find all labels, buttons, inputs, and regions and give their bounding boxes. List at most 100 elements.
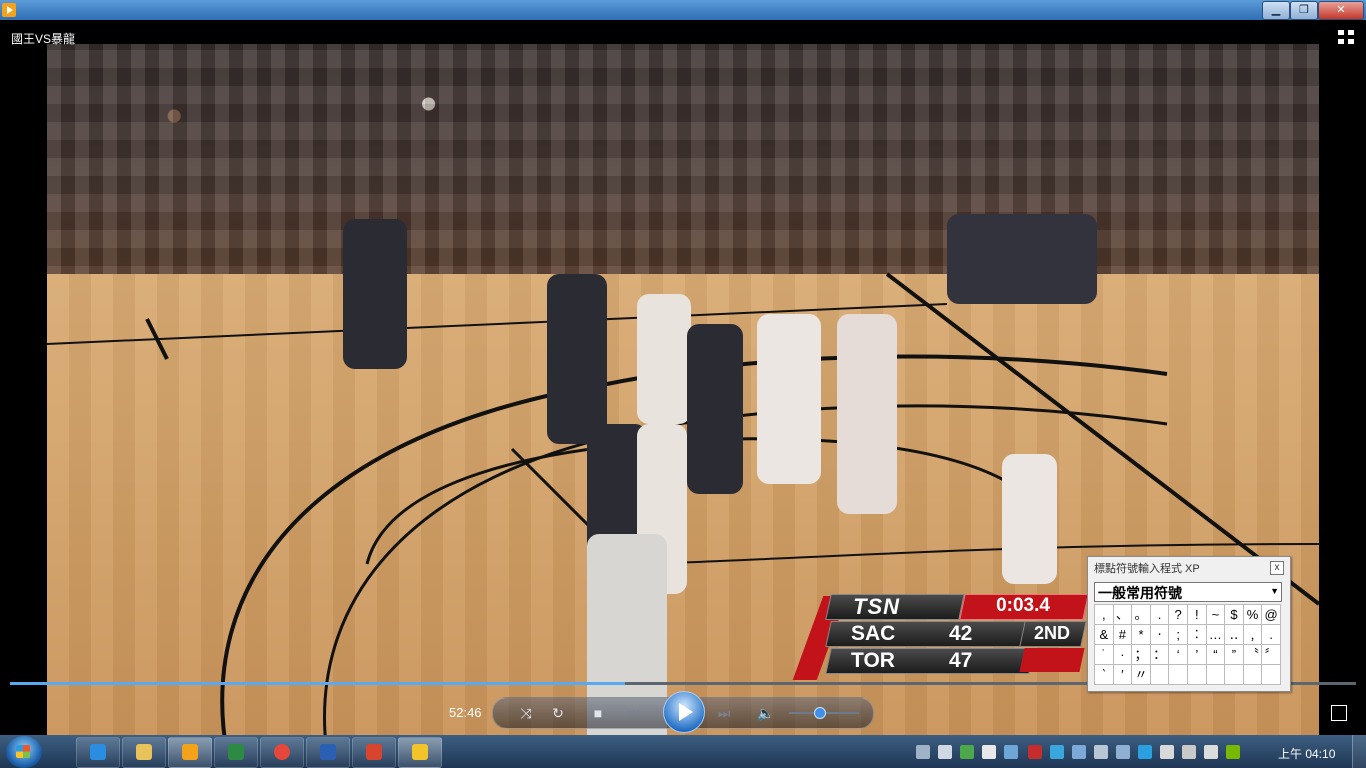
shuffle-icon[interactable]: ⤨ (517, 704, 535, 722)
previous-icon[interactable]: ⏮ (625, 704, 643, 722)
ime-category-dropdown[interactable]: 一般常用符號 ▼ (1094, 582, 1282, 602)
ime-empty-key (1262, 665, 1281, 685)
keyboard-icon[interactable] (916, 745, 930, 759)
ime-symbol-key[interactable]: ‥ (1225, 625, 1244, 645)
ime-symbol-key[interactable]: · (1113, 645, 1133, 665)
usb-icon[interactable] (1004, 745, 1018, 759)
ime-symbol-key[interactable]: * (1132, 625, 1151, 645)
fullscreen-icon[interactable] (1338, 30, 1354, 44)
ime-empty-key (1169, 665, 1188, 685)
ime-symbol-key[interactable]: # (1113, 625, 1133, 645)
shield-icon[interactable] (1116, 745, 1130, 759)
playback-controls: ⤨ ↻ ■ ⏮ ⏭ 🔈 (492, 691, 874, 733)
explorer-folder-icon[interactable] (122, 737, 166, 768)
maximize-button[interactable]: ❐ (1290, 1, 1318, 20)
ime-symbol-key[interactable]: ! (1187, 605, 1207, 625)
nvidia-icon[interactable] (1226, 745, 1240, 759)
ime-empty-key (1150, 665, 1170, 685)
ime-symbol-key[interactable]: & (1095, 625, 1114, 645)
ime-symbol-key[interactable]: 〝 (1243, 645, 1263, 665)
ime-symbol-key[interactable]: ” (1225, 645, 1244, 665)
ime-empty-key (1187, 665, 1207, 685)
next-icon[interactable]: ⏭ (715, 704, 733, 722)
ime-symbol-key[interactable]: . (1150, 605, 1170, 625)
ime-title: 標點符號輸入程式 XP (1094, 563, 1200, 575)
taskbar-clock[interactable]: 上午 04:10 (1278, 745, 1335, 762)
close-glyph: ✕ (1336, 4, 1346, 16)
team-abbr: TOR (851, 649, 895, 672)
ime-symbol-grid: ,、。.?! ~ $% @ & # * ‧; ︰… ‥ ﹐ ﹒ ˙ ·；： ‘’ “” 〝〞 ‵ ′ 〃 (1094, 604, 1281, 685)
ime-symbol-key[interactable]: “ (1206, 645, 1226, 665)
excel-icon[interactable] (214, 737, 258, 768)
ime-symbol-key[interactable]: 〃 (1132, 665, 1151, 685)
media-player-icon[interactable] (168, 737, 212, 768)
input-method-icon[interactable] (982, 745, 996, 759)
chrome-icon[interactable] (260, 737, 304, 768)
ime-symbol-key[interactable]: 〞 (1262, 645, 1281, 665)
network-name: TSN (853, 594, 900, 619)
ime-symbol-key[interactable]: ’ (1187, 645, 1207, 665)
monitor-icon[interactable] (1094, 745, 1108, 759)
screen-icon[interactable] (938, 745, 952, 759)
ime-symbol-key[interactable]: ﹐ (1243, 625, 1263, 645)
ime-symbol-key[interactable]: ‘ (1169, 645, 1188, 665)
action-center-icon[interactable] (1160, 745, 1174, 759)
seek-bar-played (10, 682, 626, 685)
ime-symbol-key[interactable]: ： (1150, 645, 1170, 665)
sync-icon[interactable] (1050, 745, 1064, 759)
help-icon[interactable] (1138, 745, 1152, 759)
team-abbr: SAC (851, 622, 896, 645)
ime-symbol-key[interactable]: , (1095, 605, 1114, 625)
ime-symbol-key[interactable]: @ (1262, 605, 1281, 625)
bold-b-icon[interactable] (1028, 745, 1042, 759)
minimize-button[interactable]: ▁ (1262, 1, 1290, 20)
repeat-icon[interactable]: ↻ (549, 704, 567, 722)
volume-knob[interactable] (814, 707, 827, 719)
player-figure (343, 219, 407, 369)
ime-symbol-key[interactable]: 、 (1113, 605, 1133, 625)
window-title-bar[interactable]: ▁ ❐ ✕ (0, 0, 1366, 20)
play-button[interactable] (663, 691, 705, 733)
network-agent-icon[interactable] (960, 745, 974, 759)
elapsed-time: 52:46 (449, 705, 482, 720)
speaker-icon[interactable] (1204, 745, 1218, 759)
ime-symbol-key[interactable]: ‧ (1150, 625, 1170, 645)
ime-symbol-key[interactable]: ; (1169, 625, 1188, 645)
player-figure (947, 214, 1097, 304)
internet-explorer-icon[interactable] (76, 737, 120, 768)
team-score: 47 (949, 649, 973, 672)
player-figure (1002, 454, 1057, 584)
ime-symbol-key[interactable]: % (1243, 605, 1263, 625)
game-clock: 0:03.4 (996, 595, 1050, 616)
ime-symbol-key[interactable]: $ (1225, 605, 1244, 625)
switch-to-library-icon[interactable] (1331, 705, 1347, 721)
ime-symbol-key[interactable]: ? (1169, 605, 1188, 625)
network-icon[interactable] (1182, 745, 1196, 759)
minimize-glyph: ▁ (1271, 4, 1281, 16)
ime-symbol-key[interactable]: ﹒ (1262, 625, 1281, 645)
player-figure (547, 274, 607, 444)
windows-taskbar: 上午 04:10 (0, 735, 1366, 768)
ime-symbol-key[interactable]: 。 (1132, 605, 1151, 625)
media-player-app-icon[interactable] (2, 3, 16, 17)
word-icon[interactable] (306, 737, 350, 768)
volume-icon[interactable]: 🔈 (757, 704, 775, 722)
close-button[interactable]: ✕ (1318, 1, 1364, 20)
bluetooth-icon[interactable] (1072, 745, 1086, 759)
norton-icon[interactable] (398, 737, 442, 768)
ime-symbol-key[interactable]: ‵ (1095, 665, 1114, 685)
ime-symbol-palette[interactable]: 標點符號輸入程式 XP x 一般常用符號 ▼ ,、。.?! ~ $% @ & # * ‧; ︰…… (1087, 556, 1291, 692)
start-button[interactable] (6, 736, 42, 768)
ime-close-button[interactable]: x (1270, 561, 1284, 575)
stop-icon[interactable]: ■ (589, 704, 607, 722)
pdf-icon[interactable] (352, 737, 396, 768)
ime-symbol-key[interactable]: ′ (1113, 665, 1133, 685)
ime-symbol-key[interactable]: ˙ (1095, 645, 1114, 665)
ime-symbol-key[interactable]: ~ (1206, 605, 1226, 625)
show-desktop-button[interactable] (1352, 735, 1366, 768)
period-label: 2ND (1033, 623, 1070, 643)
ime-symbol-key[interactable]: … (1206, 625, 1226, 645)
ime-symbol-key[interactable]: ︰ (1187, 625, 1207, 645)
ime-symbol-key[interactable]: ； (1132, 645, 1151, 665)
player-figure (757, 314, 821, 484)
